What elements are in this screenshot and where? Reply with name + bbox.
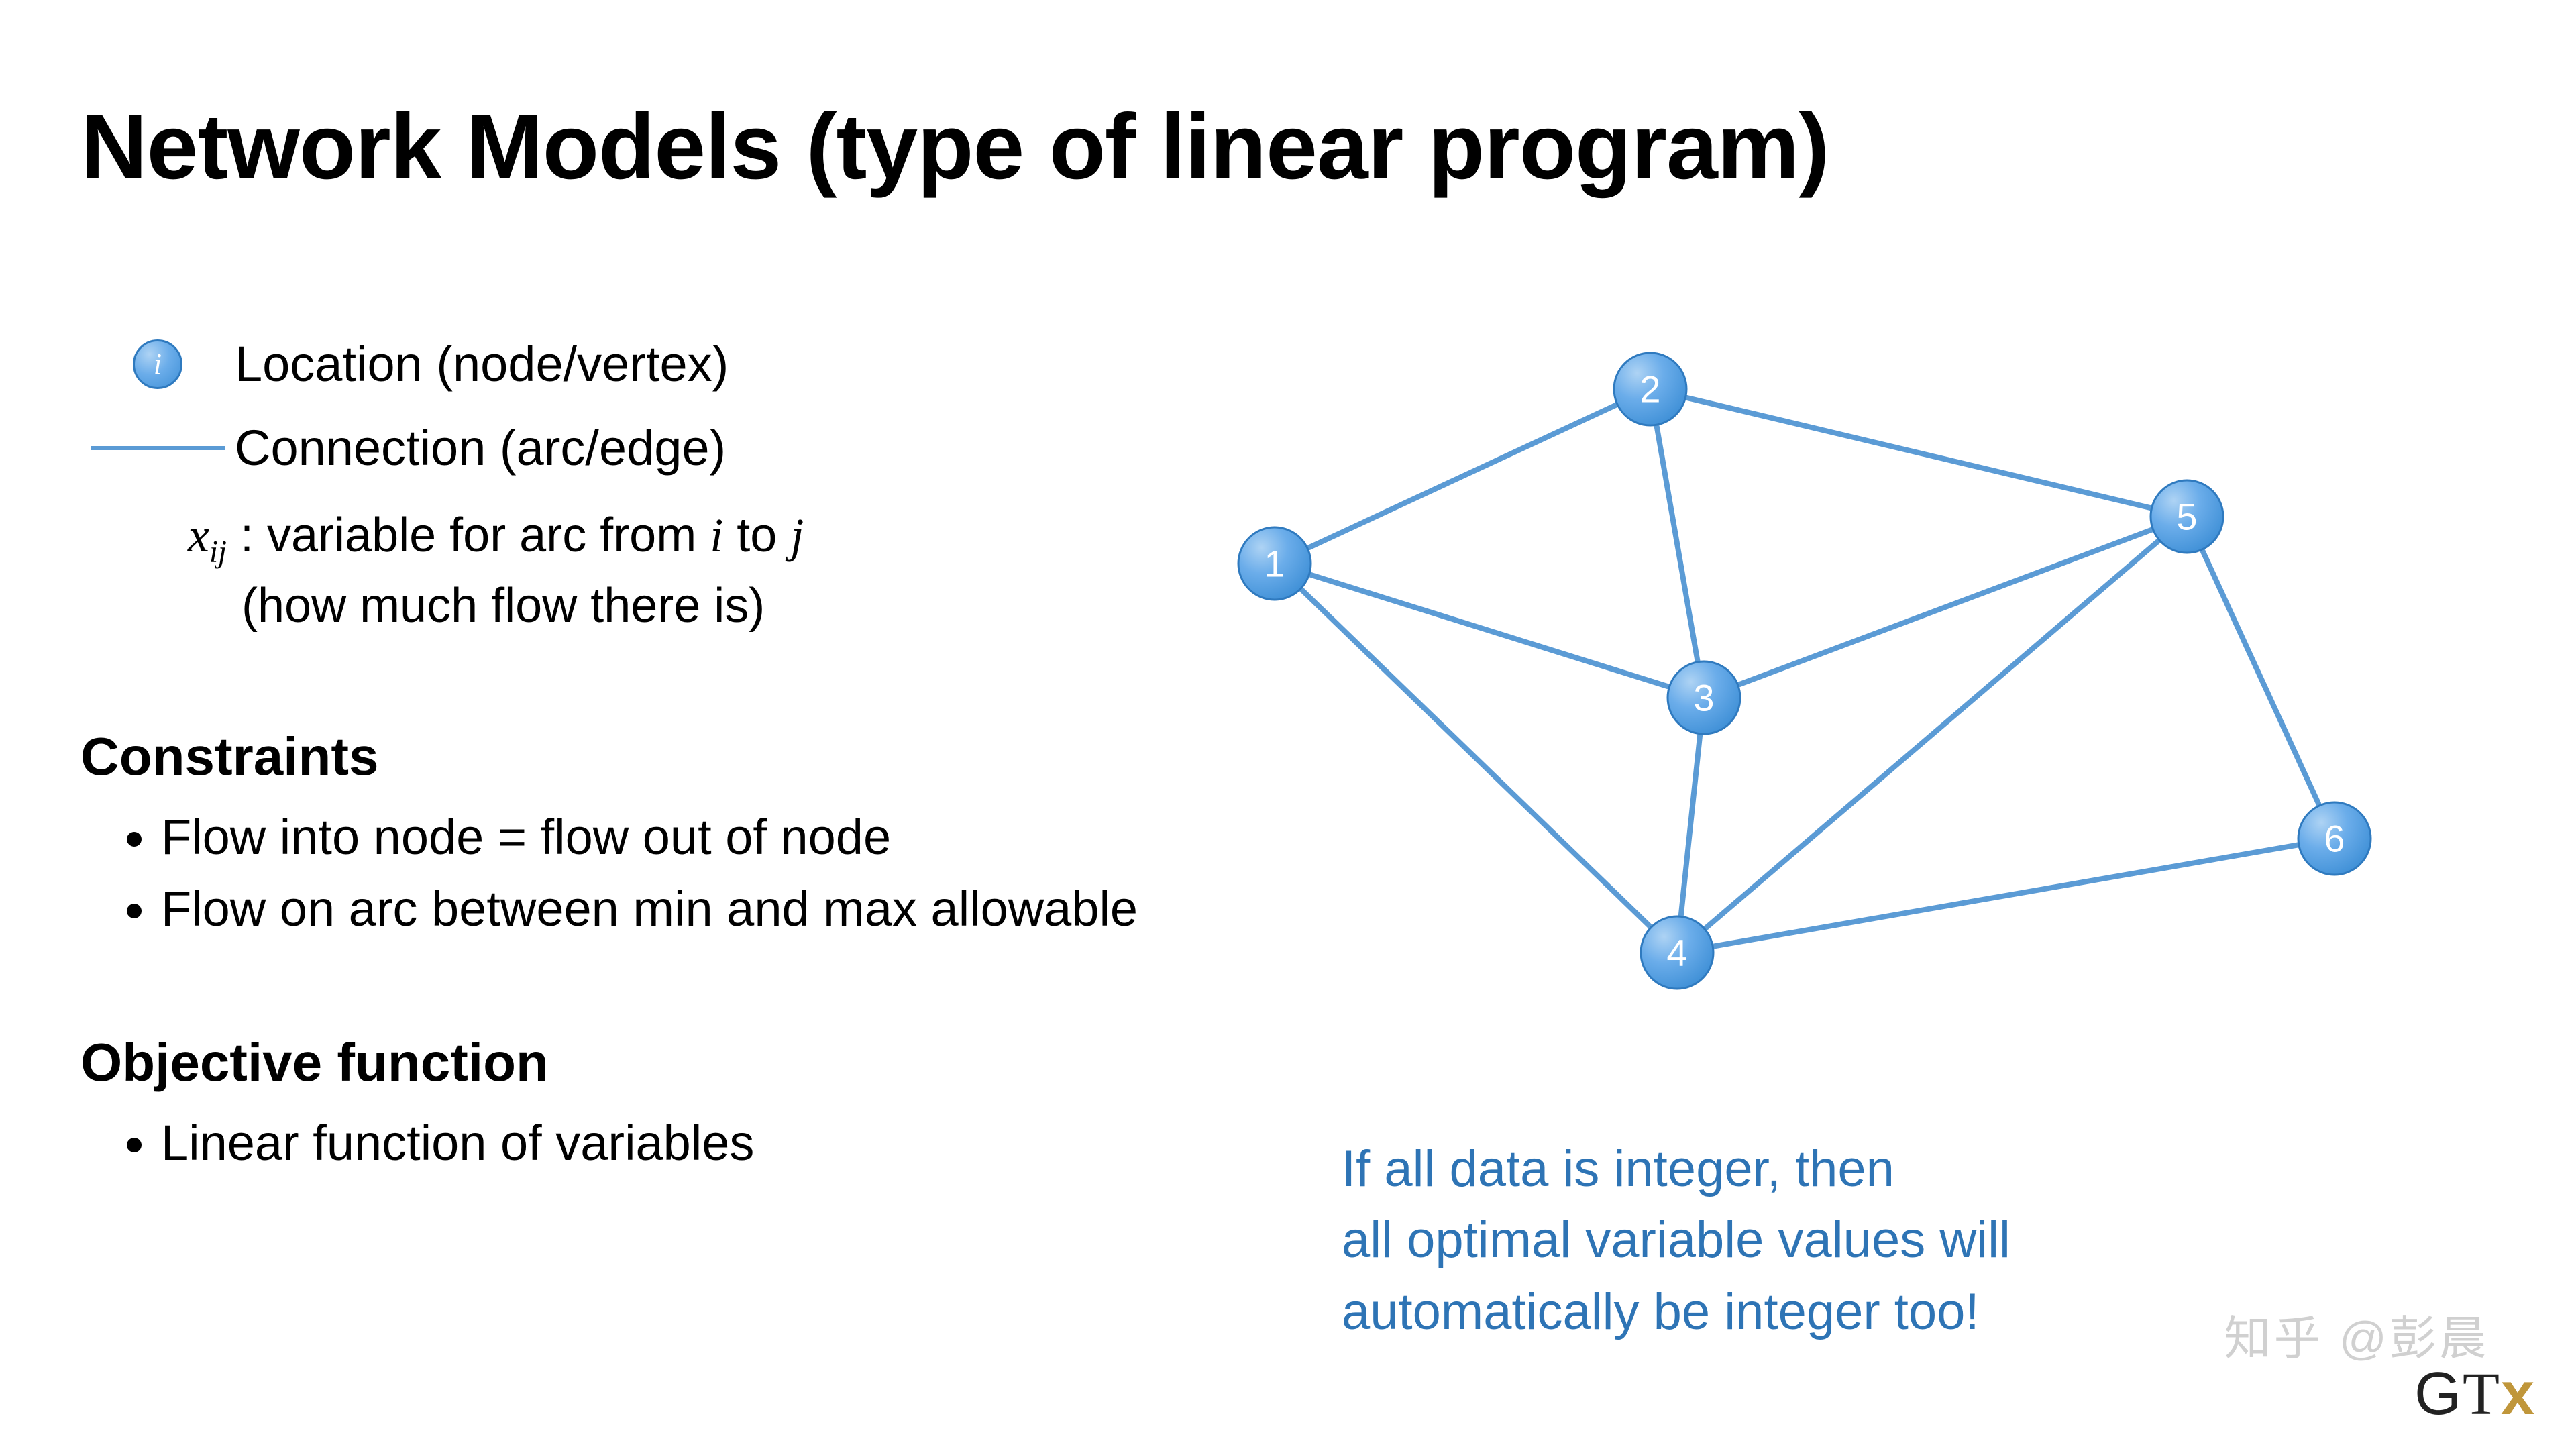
logo-t: T [2463,1361,2501,1428]
note-line: If all data is integer, then [1342,1140,1894,1197]
note-line: all optimal variable values will [1342,1212,2010,1269]
graph-edge [2187,517,2334,839]
graph-edge [1650,389,1704,698]
left-column: i Location (node/vertex) Connection (arc… [80,335,1288,1179]
node-icon: i [80,339,235,389]
graph-edge [1275,564,1677,953]
graph-node-label: 4 [1666,932,1687,974]
edge-sample-line [91,446,225,450]
objective-heading: Objective function [80,1032,1288,1093]
note-line: automatically be integer too! [1342,1283,1980,1340]
variable-i: i [710,508,723,562]
slide: Network Models (type of linear program) … [0,0,2576,1449]
objective-list: Linear function of variables [161,1107,1288,1179]
list-item: Flow on arc between min and max allowabl… [161,873,1288,945]
graph-edge [1704,517,2187,698]
graph-node-label: 2 [1640,368,1660,411]
constraints-heading: Constraints [80,726,1288,788]
graph-node-label: 5 [2176,496,2197,538]
graph-edge [1677,517,2187,953]
legend-node-label: Location (node/vertex) [235,335,729,392]
gtx-logo: GTx [2414,1360,2536,1429]
logo-g: G [2414,1360,2463,1428]
nodes-layer: 1 2 3 4 5 6 [1238,353,2371,989]
graph-node-label: 6 [2324,818,2345,860]
edges-layer [1275,389,2334,953]
graph-edge [1677,839,2334,953]
network-graph: 1 2 3 4 5 6 [1194,322,2435,1026]
variable-desc-2: (how much flow there is) [241,579,765,633]
graph-edge [1677,698,1704,953]
variable-symbol: xij [188,508,227,562]
watermark: 知乎 @彭晨 [2224,1301,2489,1368]
graph-edge [1275,389,1650,564]
node-sample-circle: i [133,339,182,389]
logo-x: x [2501,1360,2536,1428]
legend-edge-label: Connection (arc/edge) [235,419,726,476]
graph-edge [1650,389,2187,517]
legend-edge-row: Connection (arc/edge) [80,419,1288,476]
variable-j: j [790,508,804,562]
list-item: Linear function of variables [161,1107,1288,1179]
constraints-list: Flow into node = flow out of node Flow o… [161,801,1288,945]
graph-node-label: 1 [1264,543,1285,585]
variable-definition: xij : variable for arc from i to j (how … [188,503,1288,639]
variable-to: to [737,508,777,562]
graph-svg: 1 2 3 4 5 6 [1194,322,2435,1026]
slide-title: Network Models (type of linear program) [80,94,2496,201]
graph-edge [1275,564,1704,698]
variable-desc-1: : variable for arc from [240,508,696,562]
graph-node-label: 3 [1693,677,1714,719]
edge-icon [80,446,235,450]
list-item: Flow into node = flow out of node [161,801,1288,873]
legend-node-row: i Location (node/vertex) [80,335,1288,392]
